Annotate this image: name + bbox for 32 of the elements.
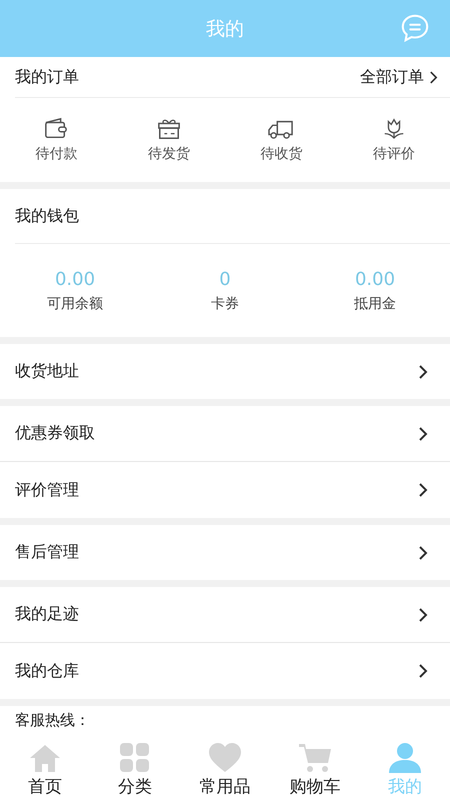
wallet-label[interactable]: 可用余额: [47, 294, 103, 312]
menu-item[interactable]: 我的足迹: [0, 587, 450, 642]
section-title: 我的钱包: [15, 206, 79, 226]
section-title: 我的订单: [15, 66, 79, 88]
chevron-right-icon: [418, 544, 428, 560]
cart-icon: [298, 743, 332, 773]
order-status-label[interactable]: 待付款: [35, 145, 78, 163]
chevron-right-icon: [418, 663, 428, 679]
order-status-label[interactable]: 待发货: [148, 145, 190, 163]
chevron-right-icon: [418, 482, 428, 498]
chevron-right-icon: [418, 364, 428, 380]
menu-item[interactable]: 收货地址: [0, 344, 450, 399]
menu-item[interactable]: 优惠券领取: [0, 406, 450, 461]
all-orders-link[interactable]: 全部订单: [360, 66, 438, 88]
home-icon: [28, 743, 62, 773]
user-icon: [388, 743, 422, 773]
heart-icon: [208, 743, 242, 773]
page-title: 我的: [206, 16, 244, 42]
chevron-right-icon: [418, 606, 428, 622]
order-status-label[interactable]: 待收货: [260, 145, 302, 163]
chevron-right-icon: [429, 70, 438, 84]
hotline-label: 客服热线：: [15, 711, 90, 729]
tab[interactable]: 常用品: [180, 738, 270, 800]
menu-item[interactable]: 售后管理: [0, 525, 450, 580]
tab[interactable]: 分类: [90, 738, 180, 800]
order-status-label[interactable]: 待评价: [372, 145, 415, 163]
chevron-right-icon: [418, 426, 428, 442]
tab[interactable]: 首页: [0, 738, 90, 800]
tab[interactable]: 购物车: [270, 738, 360, 800]
wallet-label[interactable]: 抵用金: [354, 294, 396, 312]
grid-icon: [119, 743, 151, 773]
wallet-label[interactable]: 卡券: [211, 294, 239, 312]
